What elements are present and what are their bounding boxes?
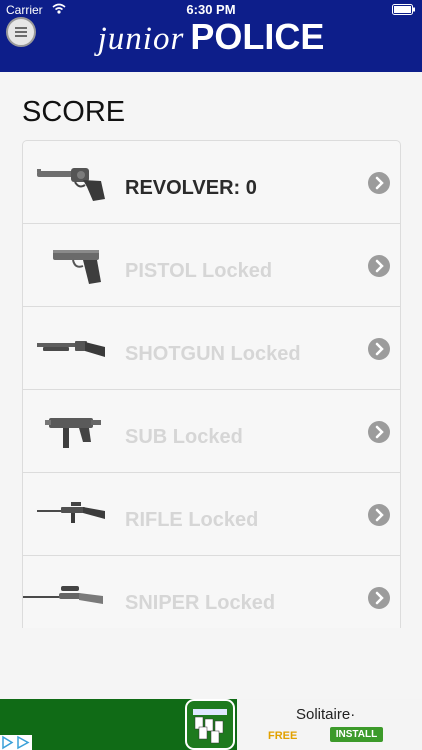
weapon-row-rifle[interactable]: RIFLE Locked — [23, 473, 400, 556]
weapon-row-revolver[interactable]: REVOLVER: 0 — [23, 141, 400, 224]
ad-banner[interactable]: Solitaire· FREE INSTALL — [0, 699, 422, 750]
status-time: 6:30 PM — [186, 2, 236, 17]
page-title: SCORE — [22, 96, 126, 128]
weapon-row-sub[interactable]: SUB Locked — [23, 390, 400, 473]
chevron-right-icon — [368, 172, 390, 194]
weapon-label: SNIPER Locked — [125, 592, 276, 614]
weapon-label: RIFLE Locked — [125, 509, 259, 531]
chevron-right-icon — [368, 255, 390, 277]
app-header: Carrier 6:30 PM junior POLICE — [0, 0, 422, 72]
rifle-icon — [37, 502, 105, 523]
weapon-row-pistol[interactable]: PISTOL Locked — [23, 224, 400, 307]
adchoices-icon[interactable] — [0, 735, 32, 750]
sniper-rifle-icon — [23, 586, 103, 604]
logo-junior: junior — [97, 21, 185, 57]
weapon-list: REVOLVER: 0 PISTOL Locked SHOTGUN Locked — [22, 140, 401, 628]
chevron-right-icon — [368, 587, 390, 609]
weapon-label: PISTOL Locked — [125, 260, 273, 282]
submachine-gun-icon — [45, 418, 101, 448]
weapon-label: SUB Locked — [125, 426, 243, 448]
shotgun-icon — [37, 341, 105, 357]
ad-title: Solitaire· — [296, 706, 356, 723]
weapon-row-sniper[interactable]: SNIPER Locked — [23, 556, 400, 628]
weapon-row-shotgun[interactable]: SHOTGUN Locked — [23, 307, 400, 390]
app-logo: junior POLICE — [0, 16, 422, 58]
weapon-label: SHOTGUN Locked — [125, 343, 301, 365]
ad-install-button[interactable]: INSTALL — [330, 727, 383, 742]
ad-price: FREE — [268, 730, 298, 742]
chevron-right-icon — [368, 421, 390, 443]
chevron-right-icon — [368, 504, 390, 526]
logo-police: POLICE — [190, 16, 325, 57]
solitaire-app-icon[interactable] — [185, 699, 235, 750]
revolver-icon — [37, 168, 105, 201]
chevron-right-icon — [368, 338, 390, 360]
weapon-label: REVOLVER: 0 — [125, 177, 257, 199]
pistol-icon — [53, 250, 101, 284]
